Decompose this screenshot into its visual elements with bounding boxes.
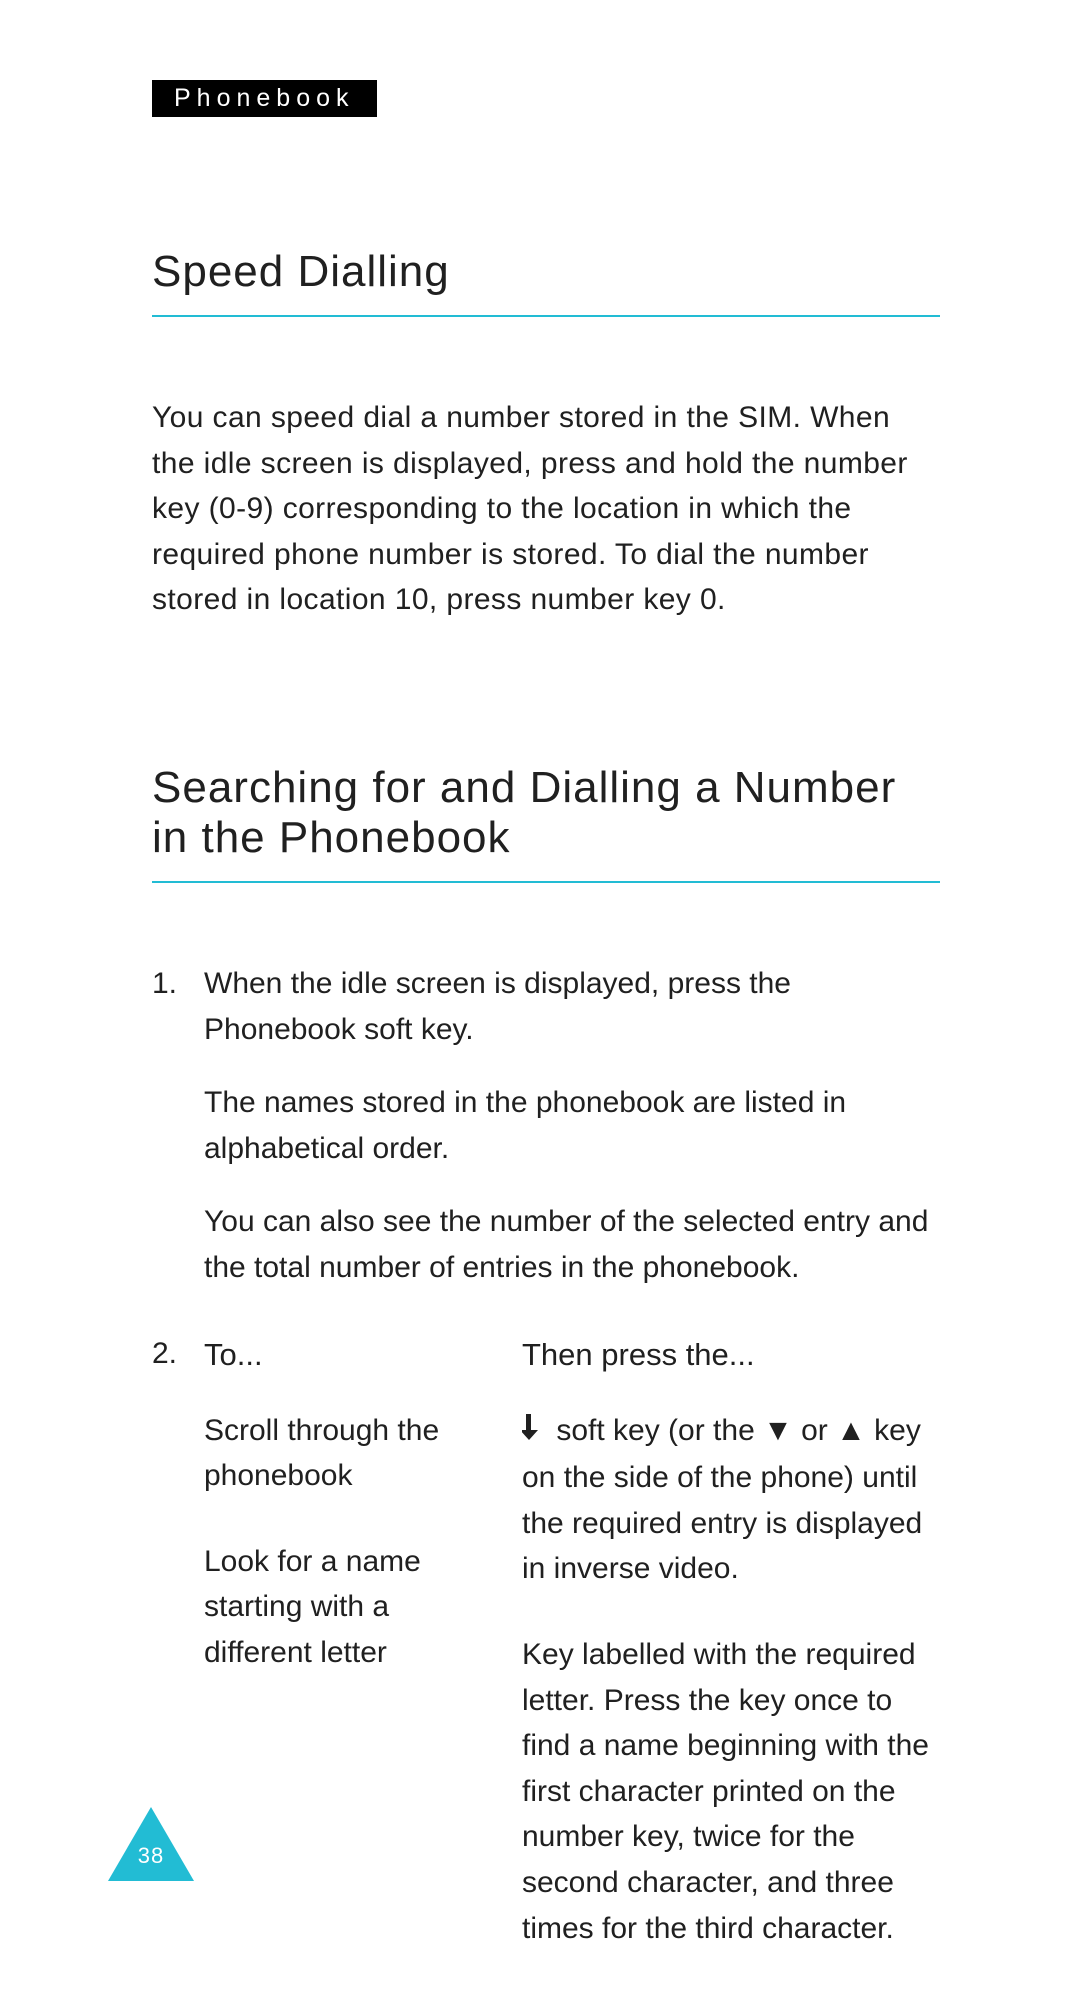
step-paragraph: When the idle screen is displayed, press… <box>204 961 940 1052</box>
step-number: 1. <box>152 961 204 1319</box>
step-1: 1. When the idle screen is displayed, pr… <box>152 961 940 1319</box>
table-cell: Key labelled with the required letter. P… <box>522 1632 940 1951</box>
section-title: Speed Dialling <box>152 247 940 297</box>
manual-page: Phonebook Speed Dialling You can speed d… <box>0 0 1080 1981</box>
step-2-table: 2. To... Scroll through the phonebook Lo… <box>152 1331 940 1991</box>
section-title: Searching for and Dialling a Number in t… <box>152 763 940 863</box>
section-rule <box>152 881 940 883</box>
down-right-arrow-icon <box>522 1410 548 1456</box>
step-number: 2. <box>152 1331 204 1991</box>
section-rule <box>152 315 940 317</box>
table-col-then: Then press the... soft key (or the ▼ or … <box>522 1331 940 1991</box>
table-cell: Look for a name starting with a differen… <box>204 1539 502 1676</box>
section-body: You can speed dial a number stored in th… <box>152 395 940 623</box>
table-cell: soft key (or the ▼ or ▲ key on the side … <box>522 1408 940 1592</box>
section-search-dial: Searching for and Dialling a Number in t… <box>152 763 940 1991</box>
step-body: When the idle screen is displayed, press… <box>204 961 940 1319</box>
step-paragraph: You can also see the number of the selec… <box>204 1199 940 1290</box>
step-paragraph: The names stored in the phonebook are li… <box>204 1080 940 1171</box>
table-cell: Scroll through the phonebook <box>204 1408 502 1499</box>
page-number-marker: 38 <box>108 1807 194 1881</box>
page-number: 38 <box>108 1843 194 1869</box>
table-header: Then press the... <box>522 1331 940 1378</box>
steps-list: 1. When the idle screen is displayed, pr… <box>152 961 940 1991</box>
chapter-tag: Phonebook <box>152 80 377 117</box>
table-col-to: To... Scroll through the phonebook Look … <box>204 1331 522 1991</box>
section-speed-dialling: Speed Dialling You can speed dial a numb… <box>152 247 940 623</box>
table-header: To... <box>204 1331 502 1378</box>
table-cell-text: soft key (or the ▼ or ▲ key on the side … <box>522 1414 922 1586</box>
